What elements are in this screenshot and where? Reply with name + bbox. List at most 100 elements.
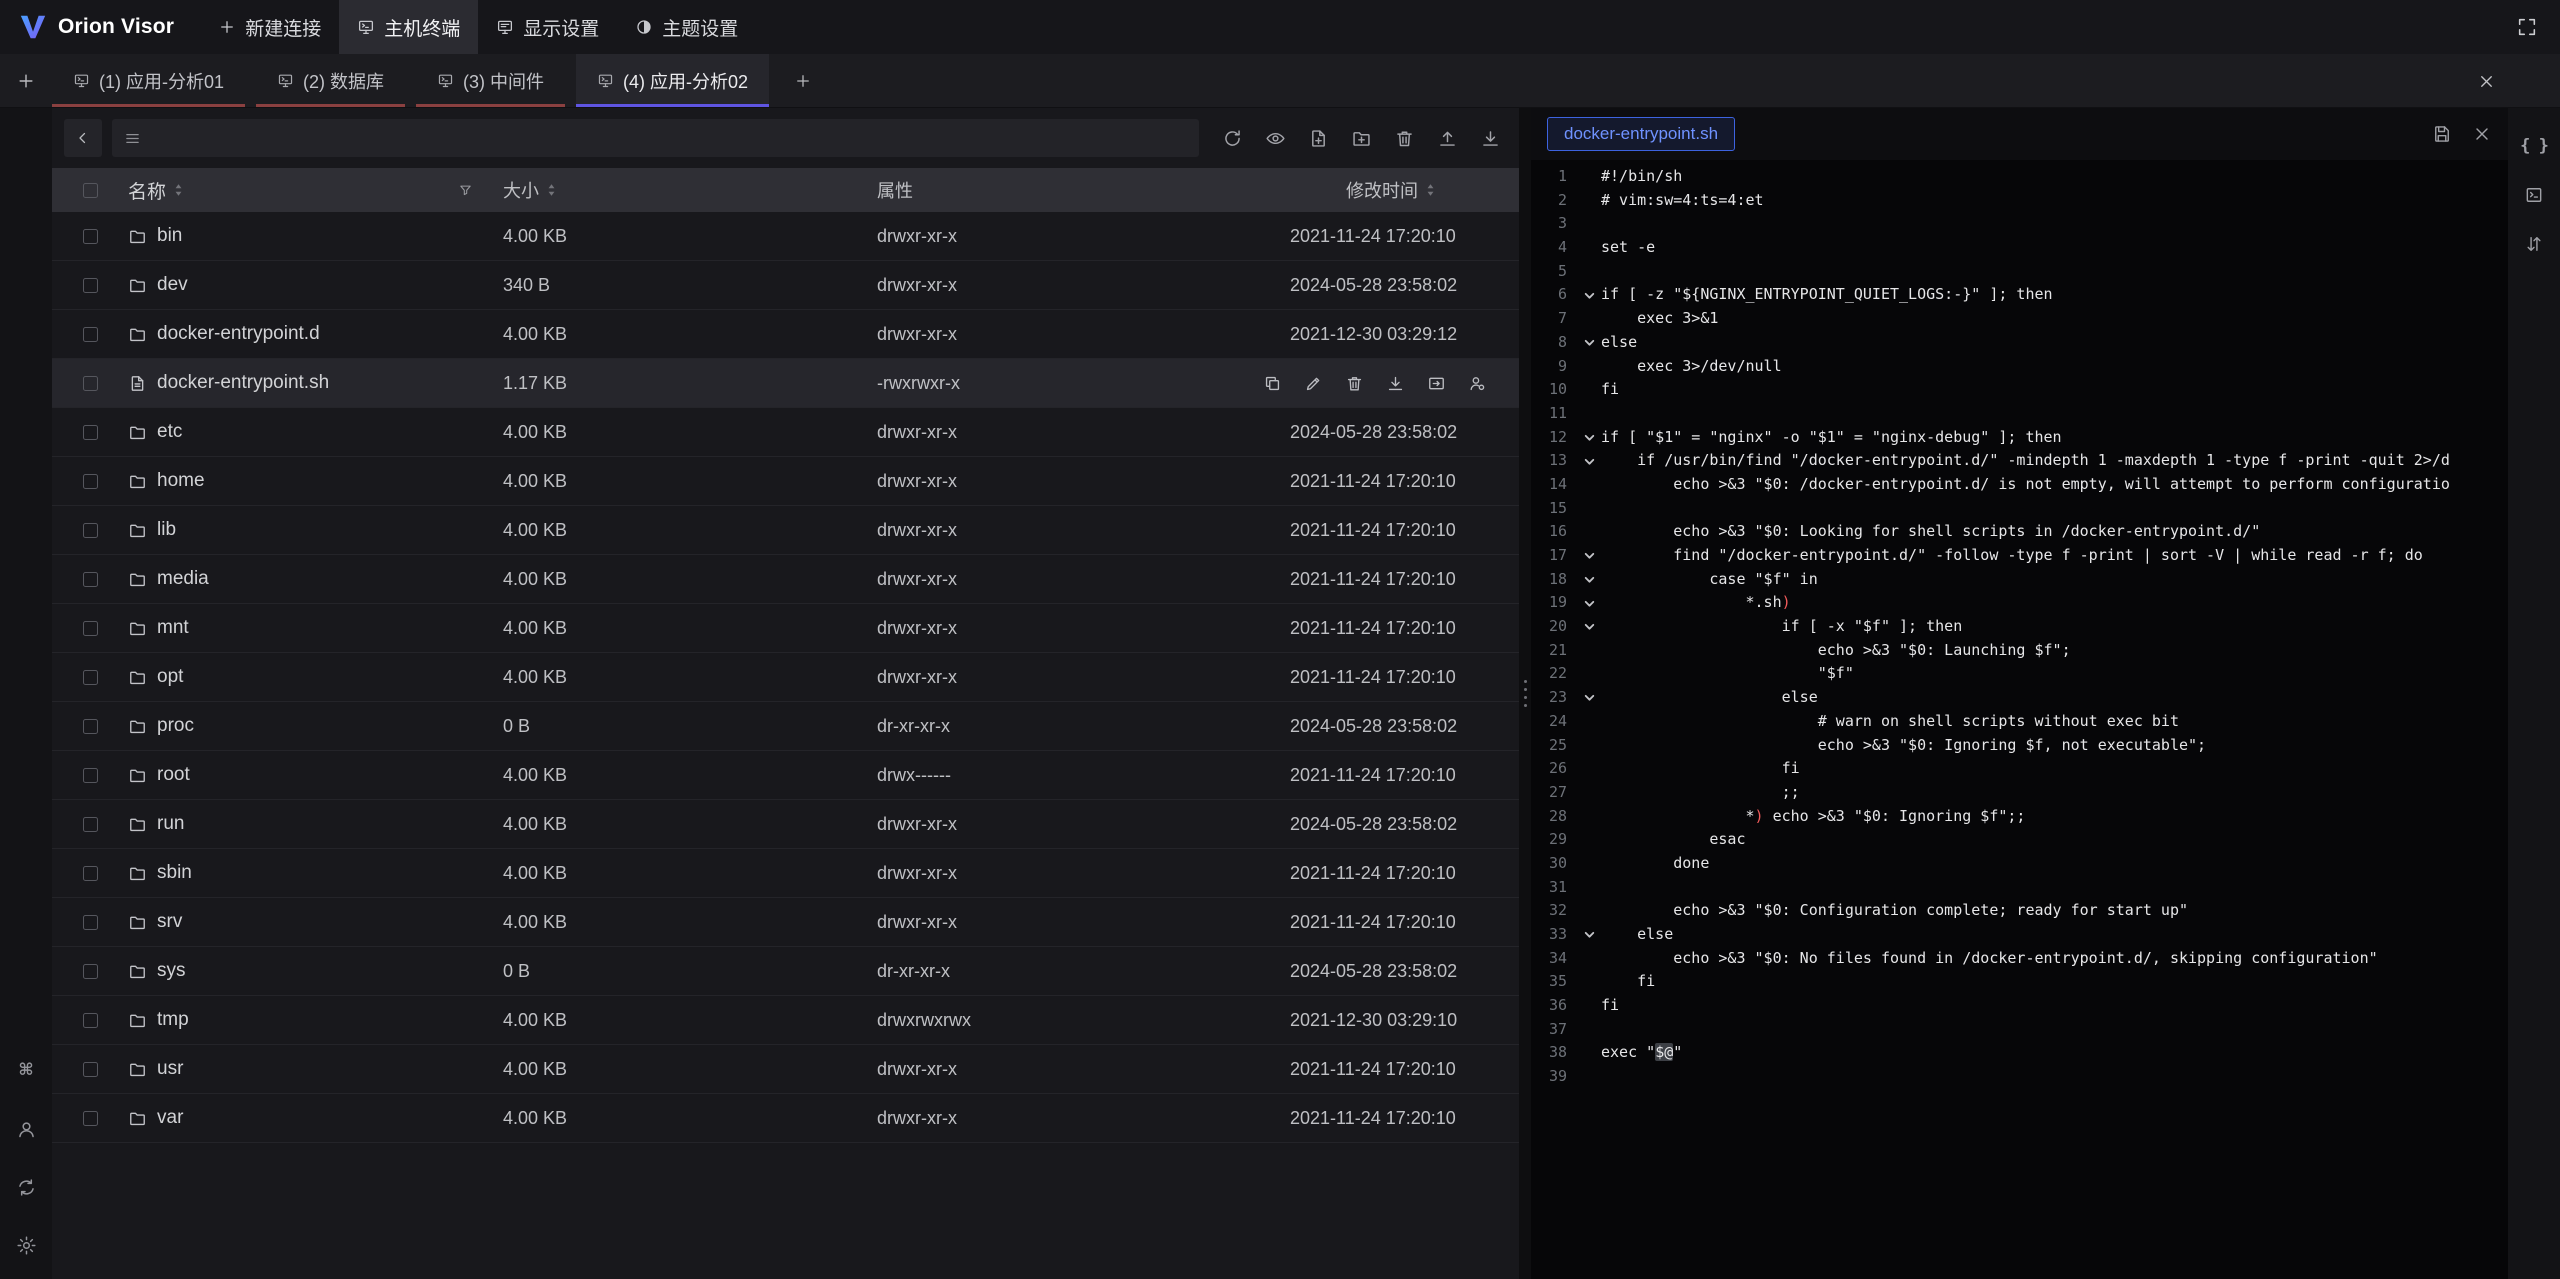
row-checkbox[interactable] — [83, 327, 98, 342]
nav-menu-item[interactable]: 显示设置 — [478, 0, 617, 54]
row-checkbox[interactable] — [83, 1013, 98, 1028]
file-name[interactable]: etc — [157, 421, 182, 443]
row-checkbox[interactable] — [83, 1062, 98, 1077]
table-row[interactable]: dev 340 B drwxr-xr-x 2024-05-28 23:58:02 — [52, 261, 1519, 310]
file-name[interactable]: usr — [157, 1058, 183, 1080]
snippet-button[interactable] — [2516, 177, 2552, 213]
table-row[interactable]: var 4.00 KB drwxr-xr-x 2021-11-24 17:20:… — [52, 1094, 1519, 1143]
trash-button[interactable] — [1389, 123, 1419, 153]
nav-menu-item[interactable]: 主题设置 — [617, 0, 756, 54]
file-name[interactable]: opt — [157, 666, 183, 688]
row-checkbox[interactable] — [83, 817, 98, 832]
user-button[interactable] — [8, 1111, 44, 1147]
path-input[interactable] — [150, 128, 1187, 148]
file-name[interactable]: root — [157, 764, 190, 786]
download-button[interactable] — [1475, 123, 1505, 153]
panel-splitter[interactable] — [1519, 108, 1531, 1279]
select-all-checkbox[interactable] — [83, 183, 98, 198]
back-button[interactable] — [64, 119, 102, 157]
file-name[interactable]: dev — [157, 274, 188, 296]
sync-button[interactable] — [8, 1169, 44, 1205]
add-tab-button[interactable] — [780, 54, 826, 107]
swap-button[interactable] — [2516, 226, 2552, 262]
row-checkbox[interactable] — [83, 278, 98, 293]
file-name[interactable]: docker-entrypoint.sh — [157, 372, 329, 394]
file-name[interactable]: lib — [157, 519, 176, 541]
row-checkbox[interactable] — [83, 376, 98, 391]
file-plus-button[interactable] — [1303, 123, 1333, 153]
fold-toggle[interactable] — [1577, 615, 1601, 639]
file-name[interactable]: run — [157, 813, 184, 835]
copy-button[interactable] — [1260, 372, 1284, 396]
file-name[interactable]: sbin — [157, 862, 192, 884]
new-connection-button[interactable] — [0, 54, 52, 107]
table-row[interactable]: bin 4.00 KB drwxr-xr-x 2021-11-24 17:20:… — [52, 212, 1519, 261]
eye-button[interactable] — [1260, 123, 1290, 153]
trash-button[interactable] — [1342, 372, 1366, 396]
editor-file-tab[interactable]: docker-entrypoint.sh — [1547, 117, 1735, 151]
fold-toggle[interactable] — [1577, 449, 1601, 473]
save-button[interactable] — [2432, 124, 2452, 144]
file-name[interactable]: tmp — [157, 1009, 189, 1031]
fold-toggle[interactable] — [1577, 331, 1601, 355]
session-tab[interactable]: (2) 数据库 — [256, 54, 405, 107]
table-row[interactable]: docker-entrypoint.sh 1.17 KB -rwxrwxr-x — [52, 359, 1519, 408]
table-row[interactable]: opt 4.00 KB drwxr-xr-x 2021-11-24 17:20:… — [52, 653, 1519, 702]
table-row[interactable]: usr 4.00 KB drwxr-xr-x 2021-11-24 17:20:… — [52, 1045, 1519, 1094]
command-button[interactable]: ⌘ — [8, 1053, 44, 1089]
close-all-button[interactable] — [2477, 54, 2496, 108]
fold-toggle[interactable] — [1577, 591, 1601, 615]
fold-toggle[interactable] — [1577, 686, 1601, 710]
session-tab[interactable]: (1) 应用-分析01 — [52, 54, 245, 107]
file-name[interactable]: var — [157, 1107, 183, 1129]
column-size[interactable]: 大小 — [503, 177, 539, 203]
gear-button[interactable] — [8, 1227, 44, 1263]
table-row[interactable]: root 4.00 KB drwx------ 2021-11-24 17:20… — [52, 751, 1519, 800]
nav-menu-item[interactable]: 主机终端 — [339, 0, 478, 54]
table-row[interactable]: tmp 4.00 KB drwxrwxrwx 2021-12-30 03:29:… — [52, 996, 1519, 1045]
row-checkbox[interactable] — [83, 866, 98, 881]
table-row[interactable]: run 4.00 KB drwxr-xr-x 2024-05-28 23:58:… — [52, 800, 1519, 849]
fullscreen-button[interactable] — [2516, 16, 2538, 38]
file-name[interactable]: proc — [157, 715, 194, 737]
column-mtime[interactable]: 修改时间 — [1346, 177, 1418, 203]
row-checkbox[interactable] — [83, 915, 98, 930]
file-name[interactable]: mnt — [157, 617, 189, 639]
fold-toggle[interactable] — [1577, 283, 1601, 307]
sort-icon[interactable] — [173, 182, 184, 198]
refresh-button[interactable] — [1217, 123, 1247, 153]
table-row[interactable]: mnt 4.00 KB drwxr-xr-x 2021-11-24 17:20:… — [52, 604, 1519, 653]
edit-button[interactable] — [1301, 372, 1325, 396]
session-tab[interactable]: (4) 应用-分析02 — [576, 54, 769, 107]
file-name[interactable]: media — [157, 568, 209, 590]
row-checkbox[interactable] — [83, 621, 98, 636]
fold-toggle[interactable] — [1577, 568, 1601, 592]
nav-menu-item[interactable]: 新建连接 — [200, 0, 339, 54]
row-checkbox[interactable] — [83, 1111, 98, 1126]
fold-toggle[interactable] — [1577, 544, 1601, 568]
table-row[interactable]: srv 4.00 KB drwxr-xr-x 2021-11-24 17:20:… — [52, 898, 1519, 947]
rename-button[interactable] — [1424, 372, 1448, 396]
upload-button[interactable] — [1432, 123, 1462, 153]
permission-button[interactable] — [1465, 372, 1489, 396]
fold-toggle[interactable] — [1577, 923, 1601, 947]
table-row[interactable]: docker-entrypoint.d 4.00 KB drwxr-xr-x 2… — [52, 310, 1519, 359]
close-button[interactable] — [2472, 124, 2492, 144]
sort-icon[interactable] — [546, 182, 557, 198]
row-checkbox[interactable] — [83, 572, 98, 587]
row-checkbox[interactable] — [83, 425, 98, 440]
table-row[interactable]: etc 4.00 KB drwxr-xr-x 2024-05-28 23:58:… — [52, 408, 1519, 457]
table-row[interactable]: sys 0 B dr-xr-xr-x 2024-05-28 23:58:02 — [52, 947, 1519, 996]
row-checkbox[interactable] — [83, 523, 98, 538]
download-button[interactable] — [1383, 372, 1407, 396]
column-name[interactable]: 名称 — [128, 177, 166, 204]
braces-button[interactable]: { } — [2516, 128, 2552, 164]
file-name[interactable]: bin — [157, 225, 182, 247]
row-checkbox[interactable] — [83, 719, 98, 734]
folder-plus-button[interactable] — [1346, 123, 1376, 153]
row-checkbox[interactable] — [83, 670, 98, 685]
table-row[interactable]: media 4.00 KB drwxr-xr-x 2021-11-24 17:2… — [52, 555, 1519, 604]
table-row[interactable]: lib 4.00 KB drwxr-xr-x 2021-11-24 17:20:… — [52, 506, 1519, 555]
code-editor[interactable]: 1#!/bin/sh2# vim:sw=4:ts=4:et34set -e56i… — [1531, 160, 2508, 1279]
row-checkbox[interactable] — [83, 768, 98, 783]
